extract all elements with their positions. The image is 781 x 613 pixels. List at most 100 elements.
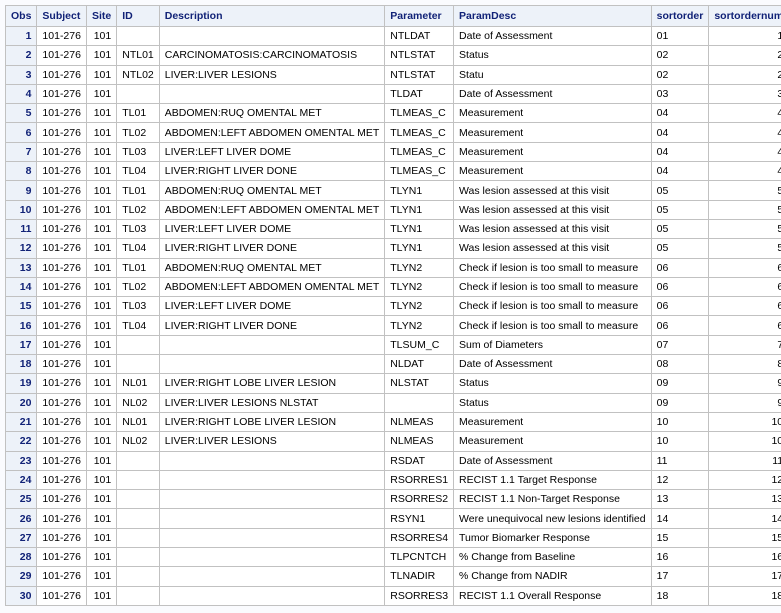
cell-obs: 13	[4, 257, 38, 278]
cell-subject: 101-276	[36, 431, 87, 452]
cell-site: 101	[85, 141, 118, 163]
cell-parameter: RSORRES2	[384, 489, 455, 510]
cell-subject: 101-276	[36, 83, 87, 105]
cell-paramdesc: Was lesion assessed at this visit	[453, 199, 652, 220]
cell-subject: 101-276	[36, 64, 87, 85]
cell-site: 101	[85, 585, 118, 606]
cell-id: TL01	[116, 257, 160, 278]
cell-subject: 101-276	[36, 45, 87, 66]
cell-parameter: RSORRES4	[384, 527, 455, 549]
cell-sortordernum: 10	[708, 431, 781, 452]
cell-description: LIVER:RIGHT LOBE LIVER LESION	[158, 373, 386, 394]
cell-id: NL01	[116, 373, 160, 394]
cell-subject: 101-276	[36, 238, 87, 259]
cell-sortorder: 14	[650, 508, 710, 529]
cell-subject: 101-276	[36, 257, 87, 278]
cell-description: ABDOMEN:LEFT ABDOMEN OMENTAL MET	[158, 276, 386, 298]
cell-site: 101	[85, 547, 118, 568]
cell-description	[158, 450, 386, 471]
cell-parameter: TLYN2	[384, 257, 455, 278]
cell-paramdesc: RECIST 1.1 Non-Target Response	[453, 489, 652, 510]
cell-id	[116, 25, 160, 47]
cell-sortordernum: 3	[708, 83, 781, 105]
cell-subject: 101-276	[36, 373, 87, 394]
cell-description	[158, 83, 386, 105]
column-header-parameter: Parameter	[384, 5, 455, 27]
cell-description	[158, 566, 386, 587]
cell-paramdesc: Status	[453, 392, 652, 413]
cell-sortordernum: 14	[708, 508, 781, 529]
cell-site: 101	[85, 64, 118, 85]
column-header-paramdesc: ParamDesc	[453, 5, 652, 27]
cell-subject: 101-276	[36, 141, 87, 163]
cell-site: 101	[85, 161, 118, 182]
cell-parameter: TLYN2	[384, 315, 455, 336]
cell-description	[158, 547, 386, 568]
cell-obs: 29	[4, 566, 38, 587]
cell-description: LIVER:RIGHT LIVER DONE	[158, 238, 386, 259]
cell-description: LIVER:LEFT LIVER DOME	[158, 218, 386, 240]
cell-sortorder: 06	[650, 257, 710, 278]
cell-id: TL03	[116, 218, 160, 240]
cell-subject: 101-276	[36, 218, 87, 240]
cell-subject: 101-276	[36, 354, 87, 375]
cell-obs: 5	[4, 103, 38, 124]
table-row: 3 101-276 101 NTL02 LIVER:LIVER LESIONS NTLST…	[4, 64, 781, 85]
cell-parameter: TLSUM_C	[384, 334, 455, 356]
cell-paramdesc: Was lesion assessed at this visit	[453, 238, 652, 259]
cell-id: NL01	[116, 411, 160, 433]
cell-description: ABDOMEN:LEFT ABDOMEN OMENTAL MET	[158, 199, 386, 220]
cell-subject: 101-276	[36, 392, 87, 413]
cell-subject: 101-276	[36, 180, 87, 201]
cell-paramdesc: Statu	[453, 64, 652, 85]
header-row: Obs Subject Site ID Description Parameter Para…	[4, 5, 781, 27]
cell-sortorder: 01	[650, 25, 710, 47]
cell-parameter: RSDAT	[384, 450, 455, 471]
table-row: 16 101-276 101 TL04 LIVER:RIGHT LIVER DONE TL…	[4, 315, 781, 336]
cell-site: 101	[85, 257, 118, 278]
cell-sortordernum: 18	[708, 585, 781, 606]
cell-obs: 12	[4, 238, 38, 259]
cell-subject: 101-276	[36, 315, 87, 336]
cell-subject: 101-276	[36, 199, 87, 220]
cell-id	[116, 508, 160, 529]
cell-id	[116, 334, 160, 356]
cell-subject: 101-276	[36, 508, 87, 529]
column-header-obs: Obs	[4, 5, 38, 27]
cell-sortorder: 06	[650, 315, 710, 336]
cell-obs: 9	[4, 180, 38, 201]
cell-sortordernum: 2	[708, 64, 781, 85]
cell-description	[158, 469, 386, 491]
cell-site: 101	[85, 373, 118, 394]
cell-sortorder: 10	[650, 411, 710, 433]
cell-subject: 101-276	[36, 122, 87, 143]
cell-id: TL02	[116, 199, 160, 220]
cell-description: LIVER:LEFT LIVER DOME	[158, 296, 386, 317]
cell-description: LIVER:RIGHT LIVER DONE	[158, 161, 386, 182]
cell-description	[158, 334, 386, 356]
cell-parameter: TLMEAS_C	[384, 122, 455, 143]
cell-description	[158, 489, 386, 510]
cell-sortordernum: 6	[708, 296, 781, 317]
cell-paramdesc: Measurement	[453, 122, 652, 143]
cell-obs: 7	[4, 141, 38, 163]
cell-paramdesc: Check if lesion is too small to measure	[453, 315, 652, 336]
cell-description: LIVER:LIVER LESIONS	[158, 64, 386, 85]
cell-paramdesc: Sum of Diameters	[453, 334, 652, 356]
table-row: 2 101-276 101 NTL01 CARCINOMATOSIS:CARCINOMA…	[4, 45, 781, 66]
cell-sortordernum: 11	[708, 450, 781, 471]
table-row: 15 101-276 101 TL03 LIVER:LEFT LIVER DOME TLY…	[4, 296, 781, 317]
cell-obs: 21	[4, 411, 38, 433]
cell-paramdesc: Measurement	[453, 103, 652, 124]
cell-id	[116, 547, 160, 568]
cell-obs: 18	[4, 354, 38, 375]
cell-obs: 2	[4, 45, 38, 66]
cell-parameter: NLMEAS	[384, 431, 455, 452]
cell-obs: 15	[4, 296, 38, 317]
cell-sortordernum: 17	[708, 566, 781, 587]
cell-obs: 22	[4, 431, 38, 452]
cell-obs: 16	[4, 315, 38, 336]
cell-id: TL01	[116, 103, 160, 124]
cell-obs: 25	[4, 489, 38, 510]
cell-site: 101	[85, 315, 118, 336]
